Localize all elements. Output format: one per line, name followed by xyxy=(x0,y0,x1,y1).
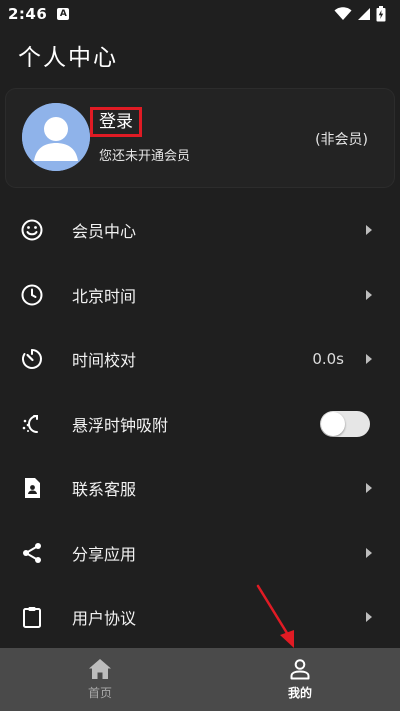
menu-item-time-calibration[interactable]: 时间校对 0.0s xyxy=(0,327,400,392)
menu-item-user-agreement[interactable]: 用户协议 xyxy=(0,585,400,650)
app-screen: 2:46 A 个人中心 登录 您还未开通会员 (非会员) 会员中心 北京时间 时… xyxy=(0,0,400,711)
clipboard-icon xyxy=(20,605,44,629)
annotation-arrow-icon xyxy=(256,584,294,648)
profile-card[interactable]: 登录 您还未开通会员 (非会员) xyxy=(6,89,394,187)
chevron-right-icon xyxy=(366,289,372,300)
status-icons xyxy=(334,6,386,22)
tab-home-label: 首页 xyxy=(87,686,112,700)
page-title: 个人中心 xyxy=(18,45,118,71)
share-icon xyxy=(20,541,44,565)
tab-mine[interactable]: 我的 xyxy=(200,648,400,711)
chevron-right-icon xyxy=(366,483,372,494)
floating-clock-snap-toggle[interactable] xyxy=(320,410,370,437)
menu-item-floating-clock-snap: 悬浮时钟吸附 xyxy=(0,392,400,457)
clock-icon xyxy=(20,283,44,307)
status-time: 2:46 xyxy=(8,5,48,23)
member-tag: (非会员) xyxy=(315,132,368,148)
bottom-nav: 首页 我的 xyxy=(0,648,400,711)
signal-icon xyxy=(358,8,370,20)
menu-item-label: 联系客服 xyxy=(72,480,137,500)
battery-icon xyxy=(376,6,386,22)
tab-mine-label: 我的 xyxy=(287,686,312,700)
status-bar: 2:46 A xyxy=(0,0,400,28)
menu-item-label: 时间校对 xyxy=(72,351,137,371)
toggle-knob xyxy=(321,411,345,436)
notification-badge-icon: A xyxy=(57,8,70,20)
chevron-right-icon xyxy=(366,225,372,236)
timer-sync-icon xyxy=(20,347,44,371)
chevron-right-icon xyxy=(366,547,372,558)
menu-item-label: 用户协议 xyxy=(72,609,137,629)
menu-item-customer-service[interactable]: 联系客服 xyxy=(0,456,400,521)
login-button[interactable]: 登录 xyxy=(90,107,142,137)
menu-item-label: 分享应用 xyxy=(72,544,137,564)
person-icon xyxy=(290,659,310,680)
home-icon xyxy=(89,659,111,679)
default-avatar-icon xyxy=(22,103,90,171)
calibration-offset-value: 0.0s xyxy=(312,350,344,369)
menu-item-member-center[interactable]: 会员中心 xyxy=(0,198,400,263)
smile-icon xyxy=(20,218,44,242)
menu-item-beijing-time[interactable]: 北京时间 xyxy=(0,263,400,328)
settings-menu: 会员中心 北京时间 时间校对 0.0s 悬浮时钟吸附 联系客服 分享应用 用户协… xyxy=(0,198,400,650)
wifi-icon xyxy=(334,7,352,20)
membership-status: 您还未开通会员 xyxy=(99,149,191,164)
magic-attach-icon xyxy=(20,412,44,436)
menu-item-label: 悬浮时钟吸附 xyxy=(72,415,169,435)
chevron-right-icon xyxy=(366,612,372,623)
avatar[interactable] xyxy=(22,103,90,171)
menu-item-label: 会员中心 xyxy=(72,222,137,242)
menu-item-label: 北京时间 xyxy=(72,286,137,306)
chevron-right-icon xyxy=(366,354,372,365)
contact-card-icon xyxy=(20,476,44,500)
menu-item-share-app[interactable]: 分享应用 xyxy=(0,521,400,586)
tab-home[interactable]: 首页 xyxy=(0,648,200,711)
